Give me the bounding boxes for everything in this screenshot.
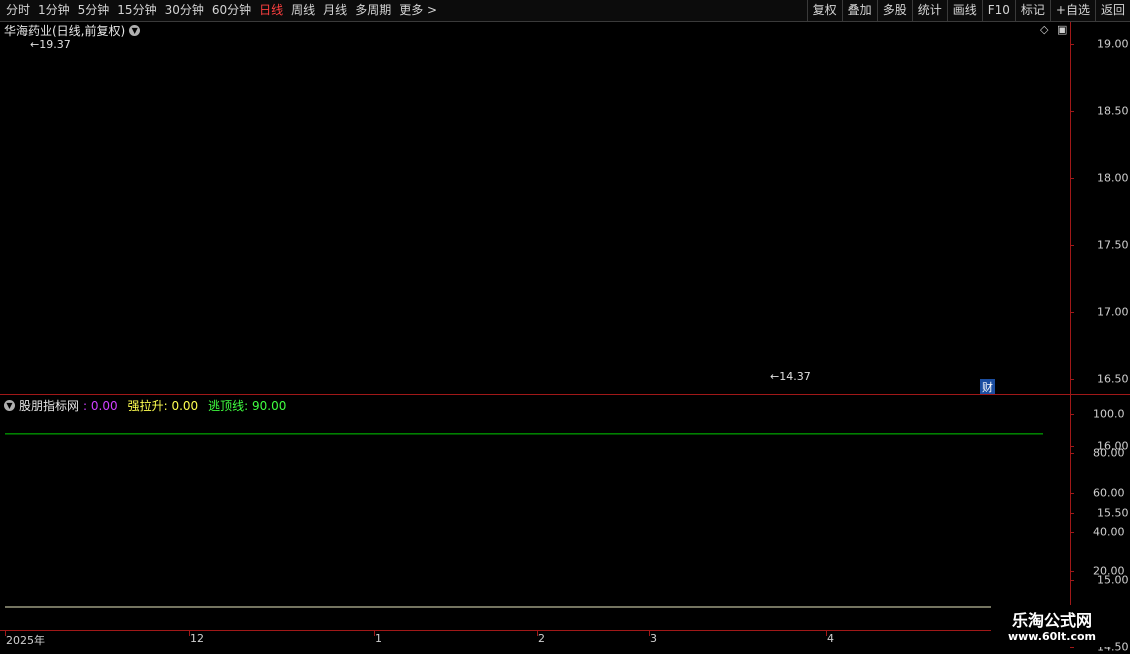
high-price-label: ←19.37 (30, 38, 71, 51)
finance-badge[interactable]: 财 (980, 379, 995, 395)
toolbar-button[interactable]: 叠加 (841, 0, 877, 21)
toolbar-button[interactable]: 标记 (1014, 0, 1050, 21)
indicator-tick-mark (1070, 531, 1074, 533)
price-tick-mark (1070, 43, 1074, 45)
date-tick-label: 2 (538, 632, 545, 645)
period-tab[interactable]: 5分钟 (74, 0, 114, 21)
period-tab[interactable]: 周线 (287, 0, 319, 21)
price-tick-mark (1070, 244, 1074, 246)
date-axis: 2025年 12 1 2 3 4 (0, 630, 1070, 651)
toolbar-button[interactable]: 复权 (806, 0, 842, 21)
price-tick-label: 19.00 (1097, 37, 1129, 50)
price-tick-mark (1070, 311, 1074, 313)
indicator-tick-mark (1070, 453, 1074, 455)
period-tab[interactable]: 分时 (2, 0, 34, 21)
price-tick-mark (1070, 379, 1074, 380)
axis-divider (1070, 22, 1071, 630)
period-tab[interactable]: 日线 (255, 0, 287, 21)
period-tab[interactable]: 1分钟 (34, 0, 74, 21)
indicator-tick-label: 60.00 (1093, 486, 1125, 500)
indicator-tick-label: 40.00 (1093, 525, 1125, 539)
toolbar-button[interactable]: +自选 (1049, 0, 1095, 21)
indicator-chart[interactable] (0, 395, 1070, 630)
price-tick-mark (1070, 177, 1074, 179)
date-tick-label: 12 (190, 632, 204, 645)
period-tab[interactable]: 多周期 (351, 0, 395, 21)
toolbar-button[interactable]: 画线 (946, 0, 982, 21)
indicator-tick-mark (1070, 571, 1074, 573)
price-tick-mark (1070, 110, 1074, 112)
price-tick-label: 16.50 (1097, 372, 1129, 386)
price-tick-label: 17.00 (1097, 305, 1129, 319)
period-tab[interactable]: 更多 > (395, 0, 441, 21)
period-tab[interactable]: 15分钟 (113, 0, 160, 21)
price-tick-mark (1070, 513, 1074, 515)
price-tick-mark (1070, 446, 1074, 448)
toolbar-button[interactable]: 多股 (876, 0, 912, 21)
indicator-tick-label: 20.00 (1093, 564, 1125, 578)
price-tick-label: 17.50 (1097, 238, 1129, 252)
toolbar-button[interactable]: F10 (981, 0, 1015, 21)
toolbar-buttons: 复权 叠加 多股 统计 画线 F10 标记 +自选 返回 (806, 0, 1130, 21)
price-tick-label: 18.50 (1097, 104, 1129, 118)
period-tab[interactable]: 60分钟 (208, 0, 255, 21)
indicator-tick-label: 80.00 (1093, 446, 1125, 460)
watermark-title: 乐淘公式网 (1011, 611, 1092, 630)
price-tick-label: 15.50 (1097, 506, 1129, 520)
toolbar-button[interactable]: 返回 (1094, 0, 1130, 21)
low-price-label: ←14.37 (770, 370, 811, 383)
watermark-url: www.60lt.com (1007, 630, 1097, 643)
date-tick-label: 2025年 (6, 634, 45, 647)
date-tick-label: 1 (375, 632, 382, 645)
candlestick-chart[interactable] (0, 22, 1070, 394)
price-tick-mark (1070, 580, 1074, 582)
toolbar-button[interactable]: 统计 (911, 0, 947, 21)
indicator-tick-label: 100.0 (1093, 407, 1125, 421)
date-tick-label: 4 (827, 632, 834, 645)
price-tick-mark (1070, 647, 1074, 649)
date-tick-label: 3 (650, 632, 657, 645)
period-toolbar: 分时 1分钟 5分钟 15分钟 30分钟 60分钟 日线 周线 月线 多周期 更多 > 复权 叠加 多股… (0, 0, 1130, 22)
indicator-tick-mark (1070, 414, 1074, 416)
watermark: 乐淘公式网 www.60lt.com (991, 605, 1113, 647)
price-tick-label: 18.00 (1097, 171, 1129, 185)
period-tab[interactable]: 30分钟 (161, 0, 208, 21)
period-tab[interactable]: 月线 (319, 0, 351, 21)
period-tabs: 分时 1分钟 5分钟 15分钟 30分钟 60分钟 日线 周线 月线 多周期 更多 > (2, 0, 441, 21)
indicator-tick-mark (1070, 492, 1074, 494)
